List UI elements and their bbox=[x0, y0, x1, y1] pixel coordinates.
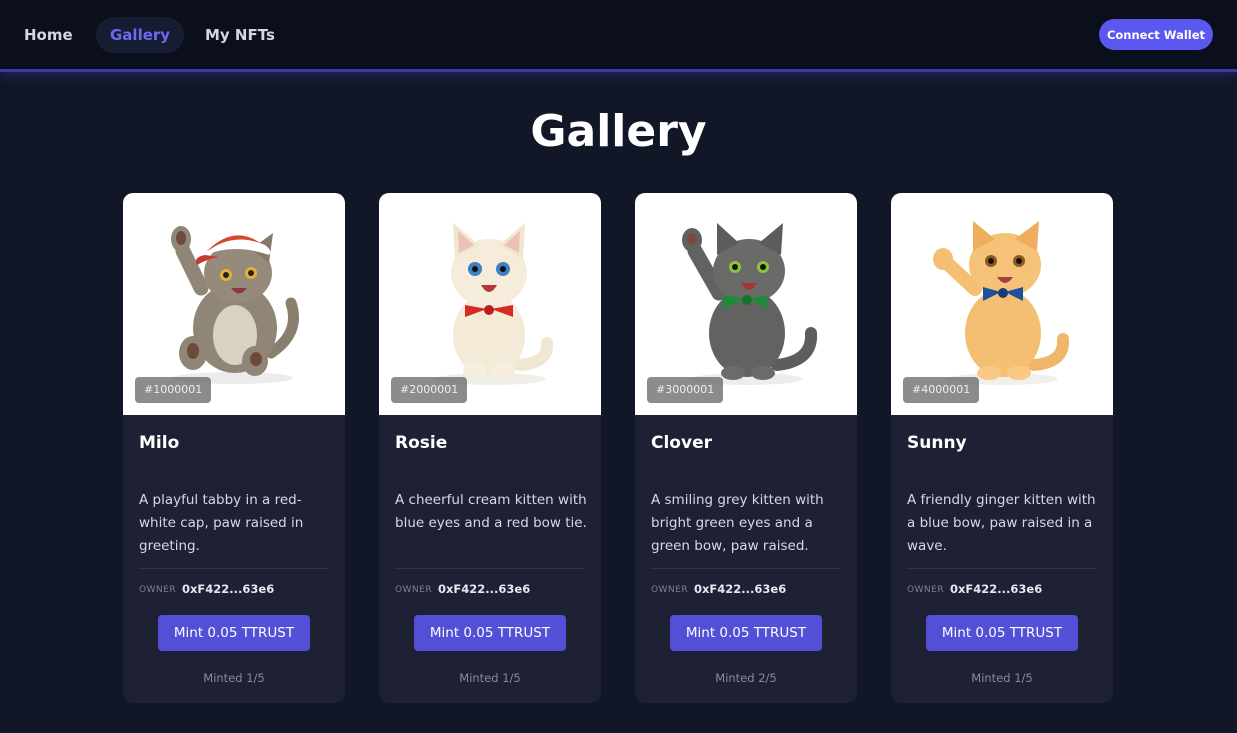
minted-count: Minted 1/5 bbox=[203, 671, 265, 685]
minted-count: Minted 2/5 bbox=[715, 671, 777, 685]
owner-label: OWNER bbox=[139, 585, 177, 595]
owner-label: OWNER bbox=[395, 585, 433, 595]
card-divider bbox=[395, 568, 585, 569]
mint-button[interactable]: Mint 0.05 TTRUST bbox=[414, 615, 566, 651]
card-name: Milo bbox=[139, 433, 180, 453]
card-description: A friendly ginger kitten with a blue bow… bbox=[907, 492, 1096, 554]
token-id-badge: #3000001 bbox=[647, 377, 724, 403]
token-id-badge: #2000001 bbox=[391, 377, 468, 403]
page-title: Gallery bbox=[530, 106, 707, 157]
card-divider bbox=[651, 568, 841, 569]
connect-wallet-button[interactable]: Connect Wallet bbox=[1099, 19, 1213, 50]
nft-image[interactable]: #2000001 bbox=[379, 193, 601, 415]
owner-label: OWNER bbox=[907, 585, 945, 595]
nft-card-clover: #3000001 Clover A smiling grey kitten wi… bbox=[635, 193, 857, 703]
card-divider bbox=[907, 568, 1097, 569]
nft-card-rosie: #2000001 Rosie A cheerful cream kitten w… bbox=[379, 193, 601, 703]
token-id-badge: #1000001 bbox=[135, 377, 212, 403]
card-name: Rosie bbox=[395, 433, 448, 453]
minted-count: Minted 1/5 bbox=[459, 671, 521, 685]
card-name: Sunny bbox=[907, 433, 967, 453]
nft-image[interactable]: #4000001 bbox=[891, 193, 1113, 415]
owner-address: 0xF422...63e6 bbox=[182, 582, 275, 596]
nft-card-milo: #1000001 Milo A playful tabby in a red-w… bbox=[123, 193, 345, 703]
card-description: A cheerful cream kitten with blue eyes a… bbox=[395, 492, 587, 531]
mint-button[interactable]: Mint 0.05 TTRUST bbox=[926, 615, 1078, 651]
owner-address: 0xF422...63e6 bbox=[950, 582, 1043, 596]
card-name: Clover bbox=[651, 433, 712, 453]
top-navbar: Home Gallery My NFTs Connect Wallet bbox=[0, 0, 1237, 72]
owner-address: 0xF422...63e6 bbox=[438, 582, 531, 596]
mint-button[interactable]: Mint 0.05 TTRUST bbox=[670, 615, 822, 651]
nft-card-sunny: #4000001 Sunny A friendly ginger kitten … bbox=[891, 193, 1113, 703]
token-id-badge: #4000001 bbox=[903, 377, 980, 403]
nft-image[interactable]: #1000001 bbox=[123, 193, 345, 415]
card-description: A smiling grey kitten with bright green … bbox=[651, 492, 824, 554]
nav-link-home[interactable]: Home bbox=[10, 17, 87, 53]
card-description: A playful tabby in a red-white cap, paw … bbox=[139, 492, 304, 554]
owner-address: 0xF422...63e6 bbox=[694, 582, 787, 596]
card-divider bbox=[139, 568, 329, 569]
nav-link-gallery[interactable]: Gallery bbox=[96, 17, 185, 53]
nft-image[interactable]: #3000001 bbox=[635, 193, 857, 415]
nav-link-my-nfts[interactable]: My NFTs bbox=[191, 17, 289, 53]
minted-count: Minted 1/5 bbox=[971, 671, 1033, 685]
owner-label: OWNER bbox=[651, 585, 689, 595]
mint-button[interactable]: Mint 0.05 TTRUST bbox=[158, 615, 310, 651]
